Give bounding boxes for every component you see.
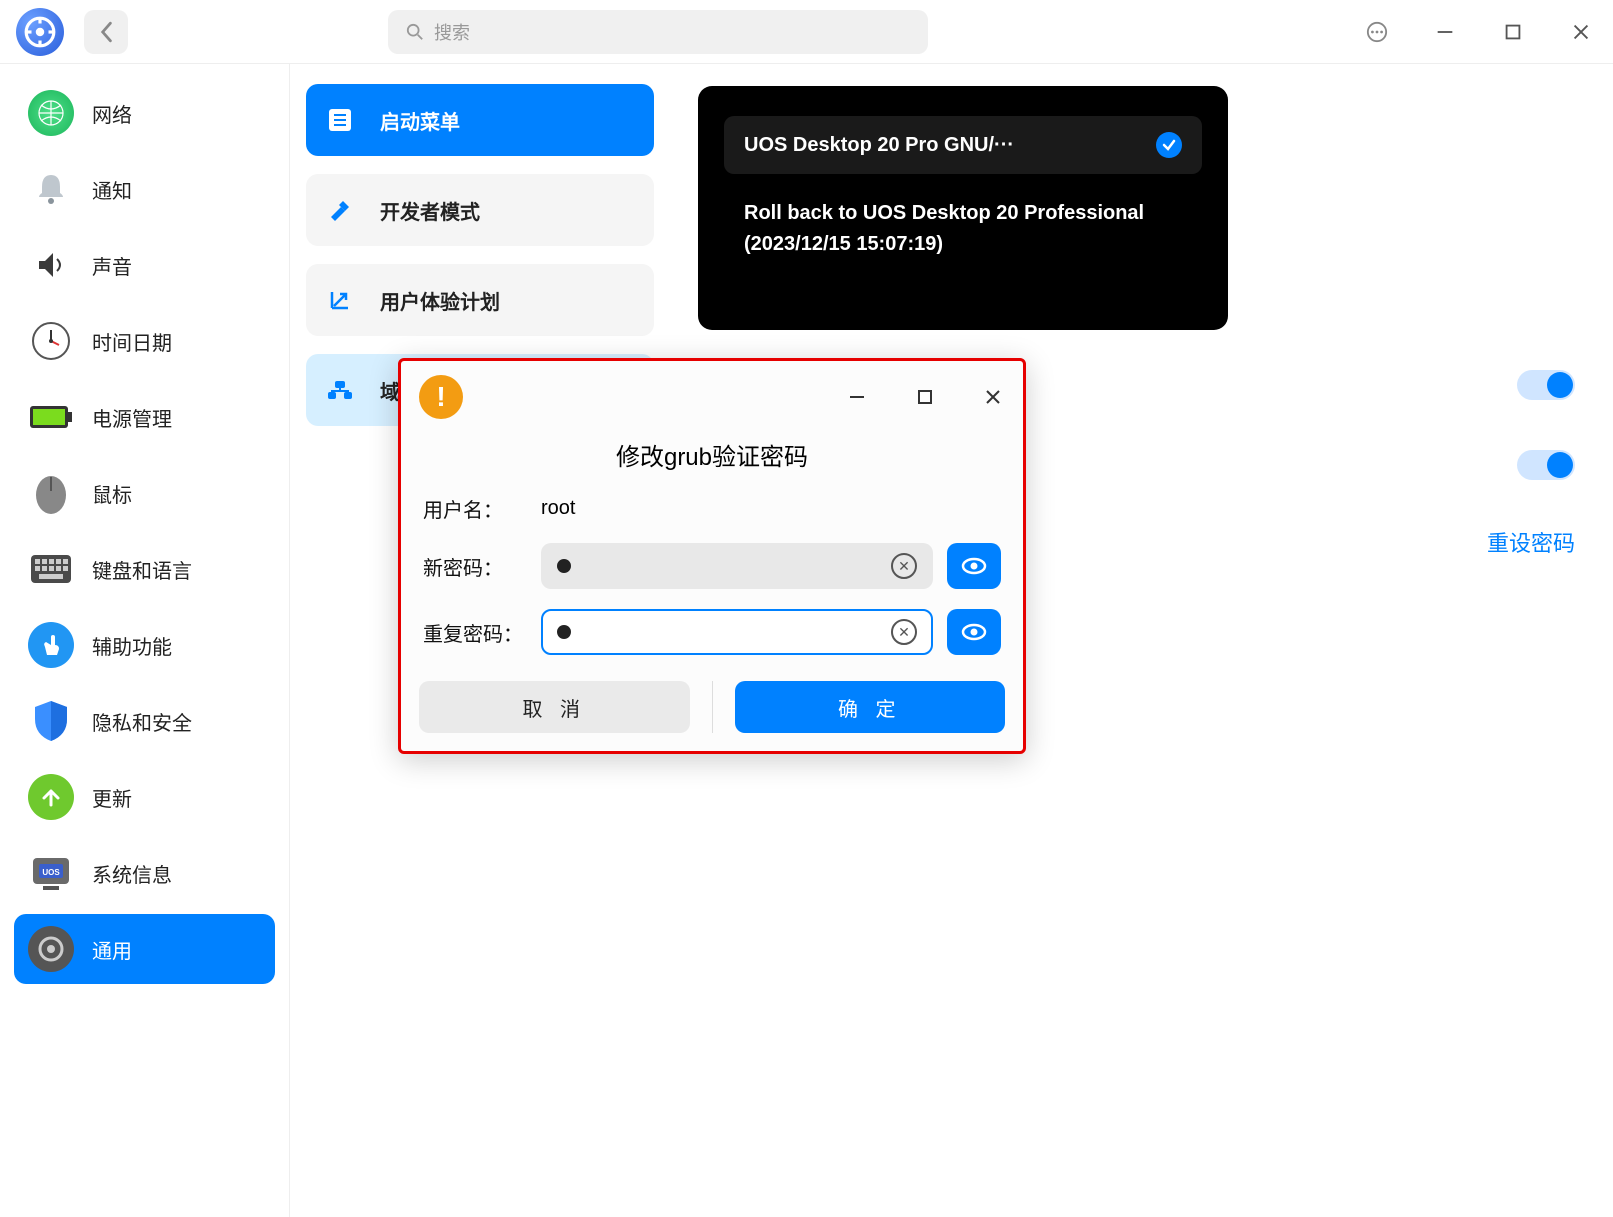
- toggle-visibility-button[interactable]: [947, 543, 1001, 589]
- sidebar-item-privacy[interactable]: 隐私和安全: [14, 686, 275, 756]
- warning-icon: !: [419, 375, 463, 419]
- maximize-button[interactable]: [1497, 16, 1529, 48]
- grub-entry-selected[interactable]: UOS Desktop 20 Pro GNU/···: [724, 116, 1202, 174]
- sidebar-item-update[interactable]: 更新: [14, 762, 275, 832]
- section-boot-menu[interactable]: 启动菜单: [306, 84, 654, 156]
- search-input[interactable]: 搜索: [388, 10, 928, 54]
- cancel-button[interactable]: 取 消: [419, 681, 690, 733]
- sidebar-label: 隐私和安全: [92, 707, 192, 736]
- clear-input-button[interactable]: ✕: [891, 553, 917, 579]
- modal-title: 修改grub验证密码: [419, 437, 1005, 472]
- repeat-password-label: 重复密码：: [423, 618, 541, 647]
- repeat-password-input[interactable]: ✕: [541, 609, 933, 655]
- sidebar-label: 更新: [92, 783, 132, 812]
- sidebar-label: 声音: [92, 251, 132, 280]
- new-password-label: 新密码：: [423, 552, 541, 581]
- sidebar-item-mouse[interactable]: 鼠标: [14, 458, 275, 528]
- arrow-out-icon: [324, 284, 356, 316]
- clock-icon: [28, 318, 74, 364]
- sidebar-item-accessibility[interactable]: 辅助功能: [14, 610, 275, 680]
- sidebar-label: 系统信息: [92, 859, 172, 888]
- hand-icon: [28, 622, 74, 668]
- modal-close-button[interactable]: [981, 385, 1005, 409]
- sidebar-label: 网络: [92, 99, 132, 128]
- grub-entry[interactable]: Roll back to UOS Desktop 20 Professional…: [724, 192, 1202, 300]
- titlebar: 搜索: [0, 0, 1613, 64]
- section-label: 域: [380, 376, 400, 405]
- minimize-button[interactable]: [1429, 16, 1461, 48]
- menu-button[interactable]: [1361, 16, 1393, 48]
- section-label: 启动菜单: [380, 106, 460, 135]
- clear-input-button[interactable]: ✕: [891, 619, 917, 645]
- sidebar-item-keyboard[interactable]: 键盘和语言: [14, 534, 275, 604]
- tools-icon: [324, 194, 356, 226]
- sysinfo-icon: UOS: [28, 850, 74, 896]
- sidebar-label: 电源管理: [92, 403, 172, 432]
- ok-button[interactable]: 确 定: [735, 681, 1006, 733]
- search-icon: [406, 23, 424, 41]
- sidebar-item-sound[interactable]: 声音: [14, 230, 275, 300]
- sidebar-item-notifications[interactable]: 通知: [14, 154, 275, 224]
- mouse-icon: [28, 470, 74, 516]
- toggle-visibility-button[interactable]: [947, 609, 1001, 655]
- sidebar-item-datetime[interactable]: 时间日期: [14, 306, 275, 376]
- new-password-input[interactable]: ✕: [541, 543, 933, 589]
- grub-entry-label: UOS Desktop 20 Pro GNU/···: [744, 134, 1014, 157]
- close-button[interactable]: [1565, 16, 1597, 48]
- check-icon: [1156, 132, 1182, 158]
- svg-text:UOS: UOS: [42, 868, 60, 877]
- sidebar-item-sysinfo[interactable]: UOS 系统信息: [14, 838, 275, 908]
- sidebar-label: 键盘和语言: [92, 555, 192, 584]
- back-button[interactable]: [84, 10, 128, 54]
- section-label: 用户体验计划: [380, 286, 500, 315]
- battery-icon: [28, 394, 74, 440]
- grub-preview: UOS Desktop 20 Pro GNU/··· Roll back to …: [698, 86, 1228, 330]
- app-logo: [16, 8, 64, 56]
- sidebar: 网络 通知 声音 时间日期 电源管理: [0, 64, 290, 1217]
- keyboard-icon: [28, 546, 74, 592]
- section-user-experience[interactable]: 用户体验计划: [306, 264, 654, 336]
- network-icon: [28, 90, 74, 136]
- sidebar-item-network[interactable]: 网络: [14, 78, 275, 148]
- update-icon: [28, 774, 74, 820]
- toggle-switch-2[interactable]: [1517, 450, 1575, 480]
- menu-icon: [324, 104, 356, 136]
- domain-icon: [324, 374, 356, 406]
- section-label: 开发者模式: [380, 196, 480, 225]
- toggle-switch-1[interactable]: [1517, 370, 1575, 400]
- username-value: root: [541, 497, 575, 520]
- sidebar-label: 时间日期: [92, 327, 172, 356]
- grub-password-modal: ! 修改grub验证密码 用户名： root 新密码： ✕ 重复密码：: [398, 358, 1026, 754]
- section-developer-mode[interactable]: 开发者模式: [306, 174, 654, 246]
- sidebar-item-power[interactable]: 电源管理: [14, 382, 275, 452]
- bell-icon: [28, 166, 74, 212]
- modal-maximize-button[interactable]: [913, 385, 937, 409]
- sidebar-label: 通知: [92, 175, 132, 204]
- sidebar-label: 通用: [92, 935, 132, 964]
- sidebar-label: 鼠标: [92, 479, 132, 508]
- sidebar-label: 辅助功能: [92, 631, 172, 660]
- search-placeholder: 搜索: [434, 19, 470, 45]
- sidebar-item-general[interactable]: 通用: [14, 914, 275, 984]
- gear-icon: [28, 926, 74, 972]
- speaker-icon: [28, 242, 74, 288]
- modal-minimize-button[interactable]: [845, 385, 869, 409]
- username-label: 用户名：: [423, 494, 541, 523]
- shield-icon: [28, 698, 74, 744]
